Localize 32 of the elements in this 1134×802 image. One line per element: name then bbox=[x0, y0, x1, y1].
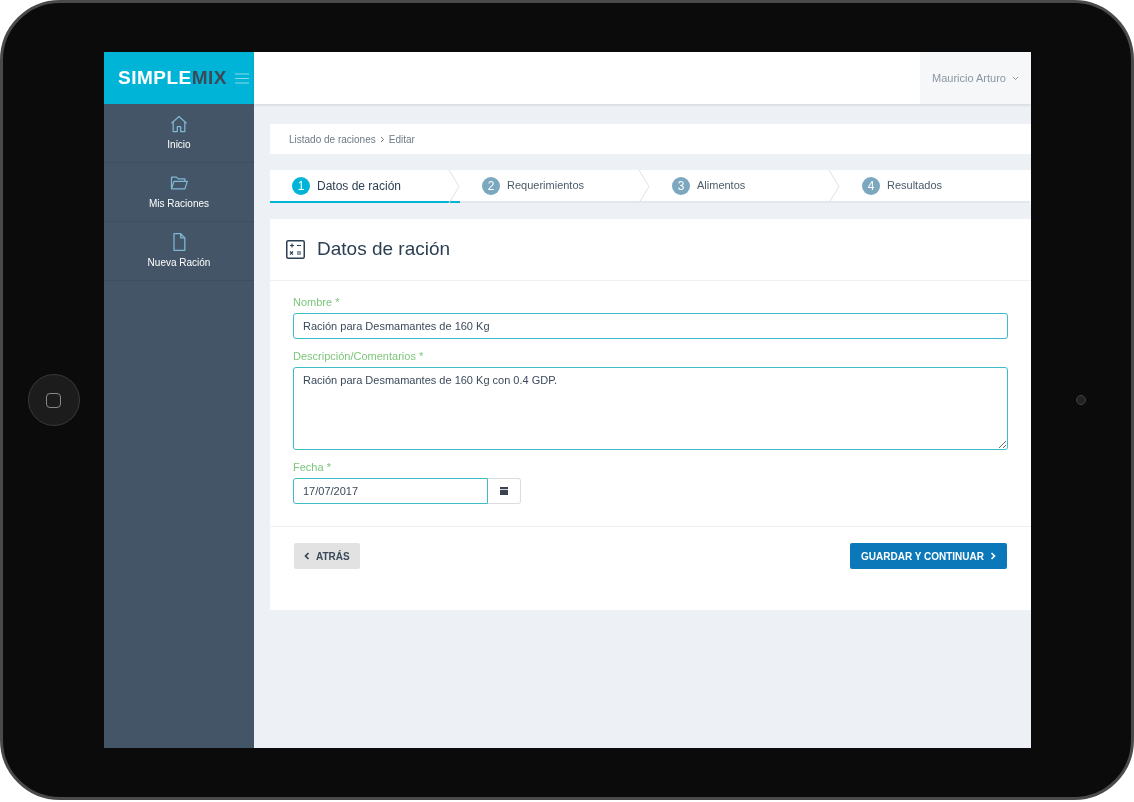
calendar-icon bbox=[499, 486, 509, 496]
calendar-button[interactable] bbox=[488, 478, 521, 504]
step-tab[interactable]: 2 Requerimientos bbox=[460, 170, 650, 203]
save-continue-button[interactable]: GUARDAR Y CONTINUAR bbox=[850, 543, 1007, 569]
date-input-field[interactable]: 17/07/2017 bbox=[293, 478, 488, 504]
sidebar-item[interactable]: Nueva Ración bbox=[104, 222, 254, 281]
breadcrumb-link[interactable]: Listado de raciones bbox=[289, 131, 376, 147]
step-tab[interactable]: 4 Resultados bbox=[840, 170, 1030, 203]
sidebar-item[interactable]: Inicio bbox=[104, 104, 254, 163]
field-label: Nombre * bbox=[293, 295, 341, 309]
menu-icon[interactable] bbox=[235, 72, 249, 84]
chevron-right-icon bbox=[990, 552, 996, 560]
step-tab[interactable]: 1 Datos de ración bbox=[270, 170, 460, 203]
chevron-right-icon bbox=[379, 135, 385, 143]
step-tab[interactable]: 3 Alimentos bbox=[650, 170, 840, 203]
sidebar-item[interactable]: Mis Raciones bbox=[104, 163, 254, 222]
chevron-left-icon bbox=[304, 552, 310, 560]
text-input-field[interactable]: Ración para Desmamantes de 160 Kg bbox=[293, 313, 1008, 339]
chevron-down-icon bbox=[1012, 75, 1019, 81]
step-separator-icon bbox=[638, 170, 650, 203]
breadcrumb-link[interactable]: Editar bbox=[388, 131, 415, 147]
step-separator-icon bbox=[828, 170, 840, 203]
field-label: Descripción/Comentarios * bbox=[293, 349, 425, 363]
field-label: Fecha * bbox=[293, 460, 332, 474]
camera-icon bbox=[1076, 395, 1086, 405]
step-separator-icon bbox=[448, 170, 460, 203]
logo: SIMPLEMIX bbox=[118, 65, 227, 90]
back-button[interactable]: ATRÁS bbox=[294, 543, 360, 569]
calculator-icon bbox=[286, 240, 305, 259]
form-title: Datos de ración bbox=[317, 237, 451, 262]
home-icon bbox=[169, 114, 189, 134]
textarea-field[interactable]: Ración para Desmamantes de 160 Kg con 0.4 GDP. bbox=[293, 367, 1008, 450]
